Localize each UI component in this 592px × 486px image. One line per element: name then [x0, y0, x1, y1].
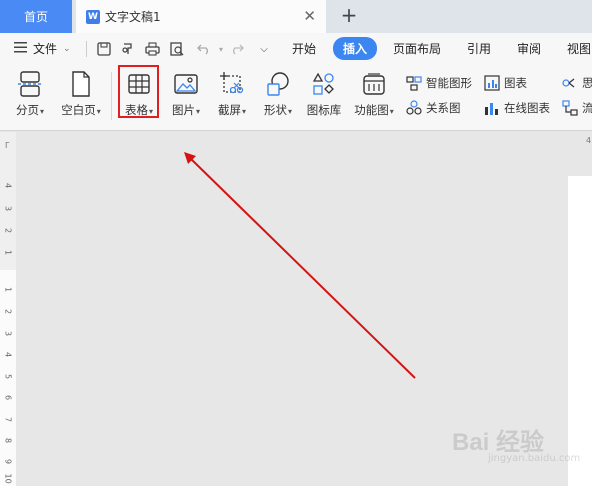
- icon-library-button[interactable]: 图标库: [302, 68, 346, 126]
- blank-page-label: 空白页: [61, 103, 96, 117]
- blank-page-icon: [67, 70, 95, 98]
- shapes-icon: [264, 70, 292, 98]
- new-tab-button[interactable]: +: [338, 4, 360, 28]
- ruler-number: 2: [3, 227, 13, 234]
- flowchart-button[interactable]: 流: [562, 97, 592, 119]
- ruler-number: 8: [3, 437, 13, 444]
- ruler-number: 7: [3, 416, 13, 423]
- ruler-number: 10: [3, 473, 13, 484]
- smart-art-button[interactable]: 智能图形: [406, 72, 472, 94]
- ruler-number: 9: [3, 458, 13, 465]
- page-break-icon: [16, 70, 44, 98]
- relation-chart-icon: [406, 100, 422, 116]
- chart-button[interactable]: 图表: [484, 72, 527, 94]
- ruler-number: 3: [3, 205, 13, 212]
- chart-label: 图表: [504, 76, 527, 90]
- ruler-number: 3: [3, 330, 13, 337]
- ruler-corner-mark: Γ: [5, 141, 10, 150]
- screenshot-icon: [218, 70, 246, 98]
- menu-bar: 文件 ⌄ ▾ ⌵ 开始 插入 页面布局 引用 审阅 视图: [0, 33, 592, 64]
- hamburger-icon: [14, 41, 27, 56]
- screenshot-label: 截屏: [217, 103, 241, 117]
- flowchart-label: 流: [582, 101, 592, 115]
- tab-page-layout[interactable]: 页面布局: [393, 33, 441, 64]
- tab-references[interactable]: 引用: [467, 33, 491, 64]
- tab-insert-label: 插入: [333, 37, 378, 60]
- ruler-number: 4: [3, 351, 13, 358]
- page-break-label: 分页: [15, 103, 39, 117]
- undo-icon[interactable]: [195, 40, 213, 58]
- watermark-text: Bai 经验: [452, 429, 545, 456]
- close-tab-icon[interactable]: ✕: [303, 8, 316, 24]
- screenshot-button[interactable]: 截屏▾: [212, 68, 252, 126]
- document-title: 文字文稿1: [105, 10, 161, 24]
- chart-icon: [484, 75, 500, 91]
- page-break-button[interactable]: 分页▾: [8, 68, 52, 126]
- wps-writer-window: 首页 W 文字文稿1 ✕ + 文件 ⌄ ▾ ⌵ 开始 插入 页面布局 引用 审阅…: [0, 0, 592, 486]
- ruler-number: 1: [3, 286, 13, 293]
- tab-insert[interactable]: 插入: [333, 33, 378, 64]
- tab-bar: 首页 W 文字文稿1 ✕ +: [0, 0, 592, 33]
- ruler-number: 1: [3, 249, 13, 256]
- customize-toolbar-icon[interactable]: ⌵: [255, 40, 273, 58]
- mindmap-label: 思: [582, 76, 592, 90]
- online-chart-label: 在线图表: [504, 101, 550, 115]
- wps-writer-icon: W: [86, 9, 100, 24]
- format-painter-icon[interactable]: [119, 40, 137, 58]
- insert-ribbon: 分页▾ 空白页▾ 表格▾ 图片▾ 截屏▾ 形状▾ 图标库 功能图▾ 智能图形 关…: [0, 64, 592, 131]
- tab-document[interactable]: W 文字文稿1 ✕: [76, 0, 326, 33]
- online-chart-icon: [484, 100, 500, 116]
- shapes-button[interactable]: 形状▾: [258, 68, 298, 126]
- baidu-watermark: Bai 经验 jingyan.baidu.com: [452, 420, 580, 468]
- table-button-highlight: [118, 65, 159, 118]
- blank-page-button[interactable]: 空白页▾: [56, 68, 106, 126]
- save-icon[interactable]: [95, 40, 113, 58]
- ruler-number: 2: [3, 308, 13, 315]
- smart-art-icon: [406, 75, 422, 91]
- print-preview-icon[interactable]: [168, 40, 186, 58]
- tab-home[interactable]: 首页: [0, 0, 72, 33]
- redo-icon[interactable]: [228, 40, 246, 58]
- icon-library-icon: [310, 70, 338, 98]
- mindmap-button[interactable]: 思: [562, 72, 592, 94]
- tab-review[interactable]: 审阅: [517, 33, 541, 64]
- picture-button[interactable]: 图片▾: [166, 68, 206, 126]
- icon-library-label: 图标库: [306, 103, 342, 117]
- watermark-subtext: jingyan.baidu.com: [488, 453, 581, 464]
- function-chart-icon: [360, 70, 388, 98]
- ruler-number: 4: [3, 182, 13, 189]
- file-menu[interactable]: 文件 ⌄: [14, 33, 71, 64]
- function-chart-label: 功能图: [354, 103, 389, 117]
- mindmap-icon: [562, 75, 578, 91]
- ruler-number: 6: [3, 394, 13, 401]
- picture-label: 图片: [171, 103, 195, 117]
- file-menu-label: 文件: [33, 42, 58, 56]
- relation-chart-button[interactable]: 关系图: [406, 97, 461, 119]
- chevron-down-icon: ⌄: [63, 43, 71, 54]
- smart-art-label: 智能图形: [426, 76, 472, 90]
- print-icon[interactable]: [143, 40, 161, 58]
- tab-view[interactable]: 视图: [567, 33, 591, 64]
- picture-icon: [172, 70, 200, 98]
- vertical-ruler[interactable]: 4 3 2 1 1 2 3 4 5 6 7 8 9 10: [0, 132, 16, 486]
- online-chart-button[interactable]: 在线图表: [484, 97, 550, 119]
- relation-chart-label: 关系图: [426, 101, 461, 115]
- ruler-number: 5: [3, 373, 13, 380]
- flowchart-icon: [562, 100, 578, 116]
- document-page[interactable]: [568, 176, 592, 486]
- shapes-label: 形状: [263, 103, 287, 117]
- tab-start[interactable]: 开始: [292, 33, 316, 64]
- top-ruler-tick: 4: [586, 136, 592, 145]
- function-chart-button[interactable]: 功能图▾: [350, 68, 398, 126]
